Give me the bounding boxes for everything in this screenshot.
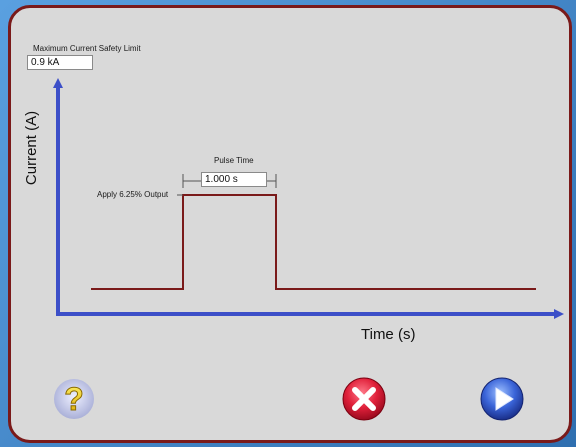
play-arrow-icon — [480, 377, 524, 421]
question-mark-icon: ? — [54, 379, 94, 419]
y-axis-label: Current (A) — [23, 110, 40, 186]
x-icon — [342, 377, 386, 421]
pulse-time-field[interactable]: 1.000 s — [201, 172, 267, 187]
pulse-setup-panel: Maximum Current Safety Limit 0.9 kA Curr… — [8, 5, 572, 443]
output-percent-label: Apply 6.25% Output — [97, 190, 169, 199]
cancel-button[interactable] — [341, 376, 387, 422]
svg-text:?: ? — [64, 381, 84, 417]
pulse-waveform — [91, 194, 536, 290]
help-button[interactable]: ? — [51, 376, 97, 422]
pulse-time-label: Pulse Time — [214, 156, 254, 165]
x-axis-label: Time (s) — [361, 326, 416, 343]
next-button[interactable] — [479, 376, 525, 422]
